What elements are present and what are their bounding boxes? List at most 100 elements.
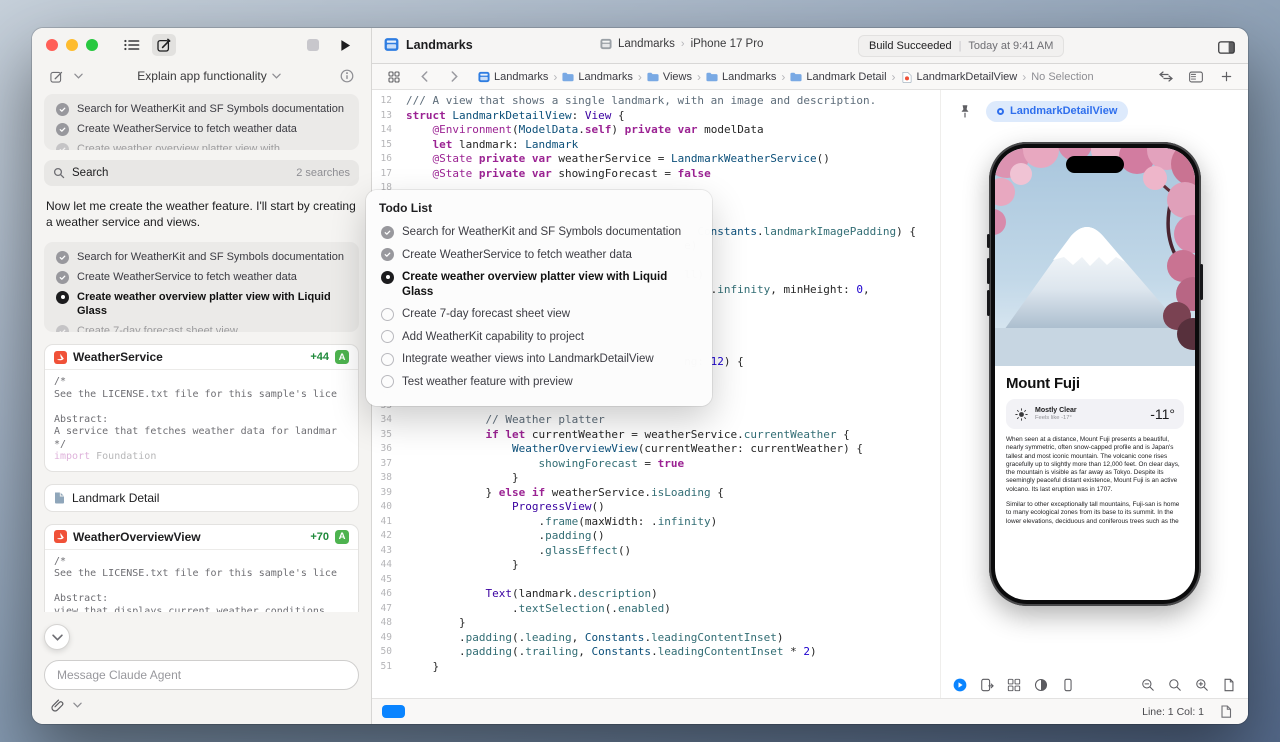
code-line: 50 .padding(.trailing, Constants.leading…	[372, 645, 940, 660]
mute-switch	[987, 234, 990, 248]
checked-circle-icon	[56, 325, 69, 333]
activity-indicator[interactable]	[382, 705, 405, 718]
file-card-weatheroverviewview[interactable]: WeatherOverviewView +70 A /*See the LICE…	[44, 524, 359, 613]
file-card-weatherservice[interactable]: WeatherService +44 A /*See the LICENSE.t…	[44, 344, 359, 472]
dynamic-island	[1066, 156, 1124, 173]
popover-todo-label: Add WeatherKit capability to project	[402, 330, 584, 345]
iphone-screen: Mount Fuji Mostly Clear Feels like -17° …	[995, 148, 1195, 600]
breadcrumb-item[interactable]: LandmarkDetailView	[901, 71, 1018, 83]
line-number: 34	[372, 413, 406, 428]
landmark-title: Mount Fuji	[1006, 375, 1184, 392]
search-count: 2 searches	[296, 167, 350, 179]
open-circle-icon	[381, 308, 394, 321]
preview-on-device-icon[interactable]	[980, 678, 994, 692]
preview-header: LandmarkDetailView	[953, 100, 1128, 122]
power-button	[1200, 264, 1203, 300]
back-icon[interactable]	[412, 66, 436, 88]
add-editor-icon[interactable]	[1214, 66, 1238, 88]
breadcrumb-item[interactable]: Landmark Detail	[790, 71, 886, 83]
right-sidebar-toggle-icon[interactable]	[1214, 36, 1238, 58]
todo-card-1-item: Create WeatherService to fetch weather d…	[48, 119, 355, 139]
breadcrumb-separator: ›	[681, 38, 685, 50]
breadcrumb-item[interactable]: Landmarks	[706, 71, 776, 83]
pin-preview-icon[interactable]	[953, 100, 977, 122]
popover-todo-label: Integrate weather views into LandmarkDet…	[402, 352, 654, 367]
breadcrumb-item[interactable]: Landmarks	[562, 71, 632, 83]
preview-tag[interactable]: LandmarkDetailView	[986, 101, 1128, 122]
page-options-icon[interactable]	[1214, 701, 1238, 723]
info-icon[interactable]	[335, 65, 359, 87]
jump-bar: Landmarks›Landmarks›Views›Landmarks›Land…	[372, 64, 1248, 90]
popover-todo-item: Create weather overview platter view wit…	[379, 266, 699, 303]
variants-grid-icon[interactable]	[1007, 678, 1021, 692]
landmark-description: Similar to other exceptionally tall moun…	[1006, 501, 1184, 526]
preview-document-icon[interactable]	[1222, 678, 1236, 692]
code-line: 40 ProgressView()	[372, 500, 940, 515]
code-review-icon[interactable]	[1154, 66, 1178, 88]
snippet-line: */	[54, 439, 349, 452]
todo-card-2-item: Create 7-day forecast sheet view	[48, 321, 355, 332]
swift-file-icon	[54, 351, 67, 364]
breadcrumb-separator: ›	[892, 70, 896, 84]
prompt-selector[interactable]: Explain app functionality	[89, 69, 329, 83]
file-card-name: WeatherService	[73, 350, 163, 364]
code-line: 48 }	[372, 616, 940, 631]
new-conversation-icon[interactable]	[152, 34, 176, 56]
landmark-description: When seen at a distance, Mount Fuji pres…	[1006, 436, 1184, 494]
code-line: 15 let landmark: Landmark	[372, 138, 940, 153]
activity-view[interactable]: Build Succeeded | Today at 9:41 AM	[858, 35, 1064, 57]
agent-chat-scroll[interactable]: Search for WeatherKit and SF Symbols doc…	[44, 94, 359, 612]
compose-icon[interactable]	[44, 65, 68, 87]
scheme-selector[interactable]: Landmarks › iPhone 17 Pro	[600, 38, 763, 50]
code-line: 37 showingForecast = true	[372, 457, 940, 472]
project-title: Landmarks	[384, 37, 473, 52]
minimize-window-button[interactable]	[66, 39, 78, 51]
forward-icon[interactable]	[442, 66, 466, 88]
snippet-line: /*	[54, 376, 349, 389]
editor-status-bar: Line: 1 Col: 1	[372, 698, 1248, 724]
weather-platter[interactable]: Mostly Clear Feels like -17° -11°	[1006, 399, 1184, 429]
chevron-down-icon	[74, 73, 83, 79]
iphone-preview[interactable]: Mount Fuji Mostly Clear Feels like -17° …	[989, 142, 1201, 606]
code-line: 34 // Weather platter	[372, 413, 940, 428]
scroll-to-bottom-button[interactable]	[44, 624, 70, 650]
color-scheme-icon[interactable]	[1034, 678, 1048, 692]
device-settings-icon[interactable]	[1061, 678, 1075, 692]
todo-card-2-item: Search for WeatherKit and SF Symbols doc…	[48, 247, 355, 267]
breadcrumb-separator: ›	[1022, 70, 1026, 84]
landmark-detail-content: Mount Fuji Mostly Clear Feels like -17° …	[995, 375, 1195, 526]
search-activity-row[interactable]: Search 2 searches	[44, 160, 359, 186]
zoom-window-button[interactable]	[86, 39, 98, 51]
snippet-line	[54, 401, 349, 414]
file-card-2-code: /*See the LICENSE.txt file for this samp…	[45, 549, 358, 613]
breadcrumb-item[interactable]: No Selection	[1031, 71, 1093, 83]
breadcrumb-item[interactable]: Landmarks	[478, 71, 548, 83]
stop-icon[interactable]	[301, 34, 325, 56]
close-window-button[interactable]	[46, 39, 58, 51]
line-number: 48	[372, 616, 406, 631]
landmark-detail-chip[interactable]: Landmark Detail	[44, 484, 359, 512]
popover-todo-item: Search for WeatherKit and SF Symbols doc…	[379, 221, 699, 244]
zoom-in-icon[interactable]	[1195, 678, 1209, 692]
zoom-out-icon[interactable]	[1141, 678, 1155, 692]
snippet-line: A service that fetches weather data for …	[54, 426, 349, 439]
live-preview-icon[interactable]	[953, 678, 967, 692]
scheme-icon	[600, 38, 612, 50]
line-number: 40	[372, 500, 406, 515]
todo-card-1-label: Search for WeatherKit and SF Symbols doc…	[77, 102, 344, 116]
editor-options-icon[interactable]	[1184, 66, 1208, 88]
todo-card-1-item: Create weather overview platter view wit…	[48, 139, 355, 150]
chevron-down-icon[interactable]	[73, 702, 82, 708]
run-agent-icon[interactable]	[333, 34, 357, 56]
line-number: 38	[372, 471, 406, 486]
message-input[interactable]	[44, 660, 359, 690]
breadcrumb-item[interactable]: Views	[647, 71, 692, 83]
snippet-line: Abstract:	[54, 414, 349, 427]
attachment-icon[interactable]	[46, 694, 70, 716]
related-items-icon[interactable]	[382, 66, 406, 88]
code-line: 39 } else if weatherService.isLoading {	[372, 486, 940, 501]
todo-card-2-label: Create weather overview platter view wit…	[77, 290, 347, 318]
chevron-down-icon	[272, 73, 281, 79]
zoom-to-fit-icon[interactable]	[1168, 678, 1182, 692]
conversation-list-icon[interactable]	[120, 34, 144, 56]
